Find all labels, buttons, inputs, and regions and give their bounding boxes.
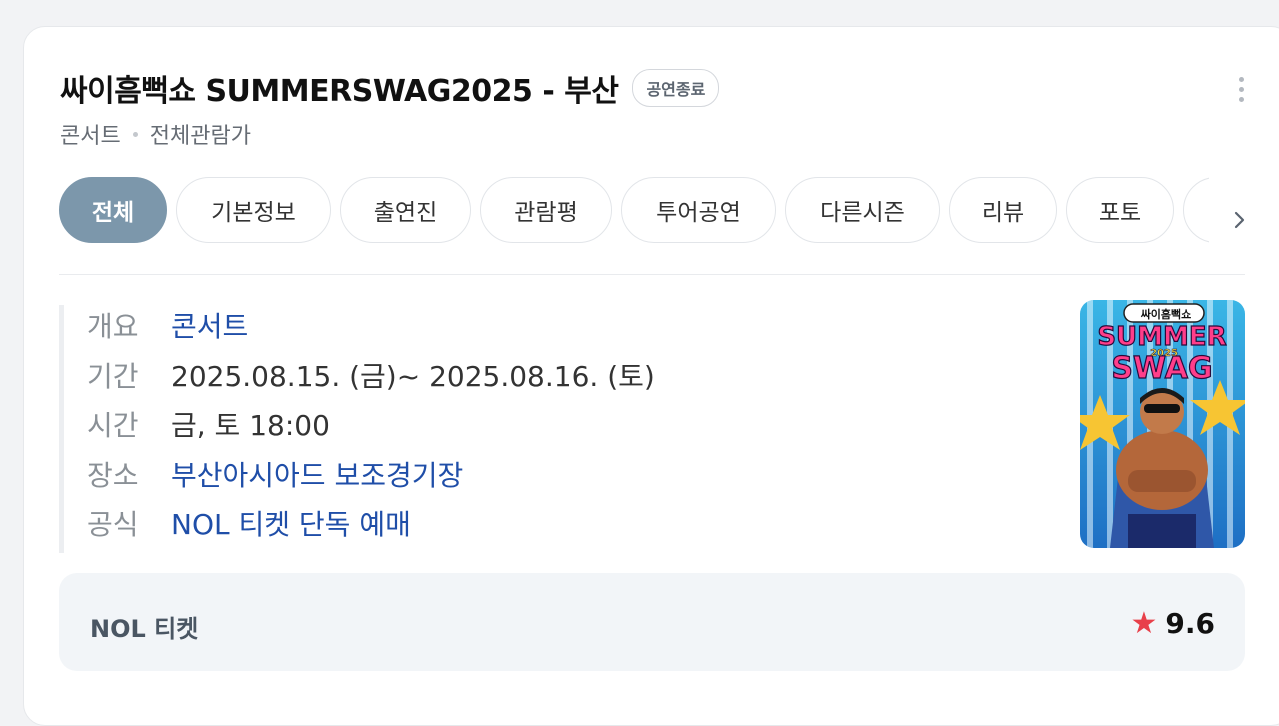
poster-image[interactable]: 싸이흠뻑쇼 SUMMER 2025 SWAG xyxy=(1080,300,1245,548)
tab-cast[interactable]: 출연진 xyxy=(340,177,471,243)
info-row-official: 공식 NOL 티켓 단독 예매 xyxy=(87,503,655,553)
period-value: 2025.08.15. (금)~ 2025.08.16. (토) xyxy=(171,359,655,393)
info-label: 공식 xyxy=(87,508,139,541)
overview-link[interactable]: 콘서트 xyxy=(171,305,248,345)
info-row-venue: 장소 부산아시아드 보조경기장 xyxy=(87,454,655,504)
separator-dot xyxy=(132,131,138,137)
tab-reviews[interactable]: 리뷰 xyxy=(949,177,1057,243)
tab-tour[interactable]: 투어공연 xyxy=(621,177,776,243)
more-options-icon[interactable] xyxy=(1239,77,1245,102)
rating-score: ★ 9.6 xyxy=(1130,607,1215,640)
poster-logo-text: 싸이흠뻑쇼 xyxy=(1141,307,1192,321)
tab-other-seasons[interactable]: 다른시즌 xyxy=(785,177,940,243)
info-label: 기간 xyxy=(87,359,139,393)
tab-all[interactable]: 전체 xyxy=(59,177,167,243)
venue-link[interactable]: 부산아시아드 보조경기장 xyxy=(171,454,463,494)
status-badge: 공연종료 xyxy=(632,69,720,107)
rating-box: NOL 티켓 ★ 9.6 xyxy=(59,573,1245,671)
age-rating-label: 전체관람가 xyxy=(149,124,251,149)
title-row: 싸이흠뻑쇼 SUMMERSWAG2025 - 부산 공연종료 xyxy=(60,66,720,110)
tab-bar: 전체 기본정보 출연진 관람평 투어공연 다른시즌 리뷰 포토 xyxy=(59,177,1209,243)
poster-title-line2: SWAG xyxy=(1111,351,1212,386)
info-label: 장소 xyxy=(87,458,139,492)
info-row-overview: 개요 콘서트 xyxy=(87,305,655,355)
time-value: 금, 토 18:00 xyxy=(171,409,330,442)
subtitle: 콘서트 전체관람가 xyxy=(60,118,251,150)
page-title: 싸이흠뻑쇼 SUMMERSWAG2025 - 부산 xyxy=(60,74,619,109)
official-booking-link[interactable]: NOL 티켓 단독 예매 xyxy=(171,503,411,543)
tab-photos[interactable]: 포토 xyxy=(1066,177,1174,243)
tab-audience-reviews[interactable]: 관람평 xyxy=(480,177,612,243)
chevron-right-icon[interactable] xyxy=(1229,210,1249,230)
info-row-period: 기간 2025.08.15. (금)~ 2025.08.16. (토) xyxy=(87,355,655,405)
rating-source-link[interactable]: NOL 티켓 xyxy=(90,609,198,644)
star-icon: ★ xyxy=(1130,605,1158,641)
rating-value: 9.6 xyxy=(1165,607,1215,640)
tab-more[interactable] xyxy=(1183,177,1209,243)
divider xyxy=(59,274,1245,275)
info-list: 개요 콘서트 기간 2025.08.15. (금)~ 2025.08.16. (… xyxy=(59,305,655,553)
tab-basic-info[interactable]: 기본정보 xyxy=(176,177,331,243)
info-label: 시간 xyxy=(87,409,139,442)
info-label: 개요 xyxy=(87,310,139,343)
info-row-time: 시간 금, 토 18:00 xyxy=(87,404,655,454)
category-label: 콘서트 xyxy=(60,124,121,149)
